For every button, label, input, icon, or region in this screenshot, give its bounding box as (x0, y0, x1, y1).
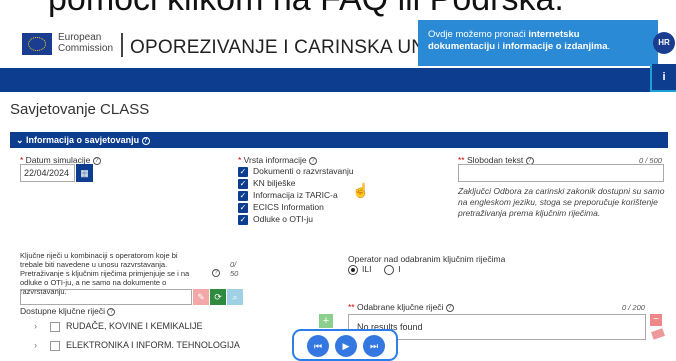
checkbox-kn[interactable]: ✓ KN bilješke (238, 178, 296, 189)
skip-forward-icon[interactable]: ⏭ (363, 335, 385, 357)
keywords-counter-top: 0/ (230, 260, 237, 269)
radio-or-label: ILI (362, 264, 372, 274)
add-icon[interactable]: + (319, 314, 333, 328)
help-icon[interactable]: ? (212, 264, 220, 282)
tooltip-arrow (640, 40, 648, 52)
header-divider (121, 33, 123, 57)
date-input[interactable]: 22/04/2024 (20, 164, 75, 182)
required-marker: ** (348, 302, 357, 312)
checkbox-checked-icon[interactable]: ✓ (238, 166, 248, 177)
tree-checkbox[interactable] (50, 340, 60, 351)
help-icon[interactable]: ? (445, 303, 454, 312)
tree-item-label: RUDAČE, KOVINE I KEMIKALIJE (66, 321, 203, 331)
search-icon[interactable]: ⌕ (227, 289, 243, 305)
skip-back-icon[interactable]: ⏮ (307, 335, 329, 357)
tree-item[interactable]: › RUDAČE, KOVINE I KEMIKALIJE (34, 321, 203, 332)
refresh-icon[interactable]: ⟳ (210, 289, 226, 305)
help-icon[interactable]: ? (141, 136, 150, 145)
keywords-counter-bottom: 50 (230, 269, 239, 278)
chevron-right-icon[interactable]: › (34, 321, 44, 331)
available-label-row: Dostupne ključne riječi ? (20, 306, 116, 316)
selected-label: Odabrane ključne riječi (356, 302, 444, 312)
help-tooltip: Ovdje možemo pronaći internetsku dokumen… (418, 20, 658, 66)
checkbox-label: Informacija iz TARIC-a (253, 190, 338, 200)
calendar-icon[interactable]: ▦ (76, 164, 93, 182)
info-type-label: Vrsta informacije (243, 155, 307, 165)
chevron-right-icon[interactable]: › (34, 340, 44, 350)
selected-label-row: ** Odabrane ključne riječi ? (348, 302, 454, 312)
remove-icon[interactable]: − (650, 314, 662, 326)
checkbox-oti[interactable]: ✓ Odluke o OTI-ju (238, 214, 313, 225)
tree-item-label: ELEKTRONIKA I INFORM. TEHNOLOGIJA (66, 340, 240, 350)
operator-label: Operator nad odabranim ključnim riječima (348, 254, 506, 264)
checkbox-label: Dokumenti o razvrstavanju (253, 166, 354, 176)
checkbox-label: ECICS Information (253, 202, 324, 212)
checkbox-checked-icon[interactable]: ✓ (238, 178, 248, 189)
help-icon[interactable]: ? (92, 156, 101, 165)
checkbox-checked-icon[interactable]: ✓ (238, 190, 248, 201)
question-icon: ? (212, 268, 220, 277)
media-player: ⏮ ▶ ⏭ (292, 329, 398, 361)
chevron-down-icon: ⌄ (16, 135, 27, 145)
eu-stars-icon (28, 37, 46, 51)
org-line1: European (58, 32, 102, 43)
checkbox-label: Odluke o OTI-ju (253, 214, 313, 224)
eraser-icon[interactable] (650, 328, 666, 340)
free-text-input[interactable] (458, 164, 664, 182)
radio-and-label: I (398, 264, 401, 274)
eu-flag-icon[interactable] (22, 33, 52, 55)
org-name: European Commission (58, 32, 113, 54)
checkbox-checked-icon[interactable]: ✓ (238, 214, 248, 225)
tip-suffix: . (607, 41, 611, 52)
free-text-note: Zaključci Odbora za carinski zakonik dos… (458, 186, 665, 218)
site-title[interactable]: OPOREZIVANJE I CARINSKA UNIJA (130, 37, 453, 59)
tip-prefix: Ovdje možemo pronaći (428, 29, 529, 40)
hand-cursor-icon: ☝ (352, 182, 370, 198)
radio-and[interactable] (384, 264, 395, 275)
help-icon[interactable]: ? (309, 156, 318, 165)
screen: pomoći klikom na FAQ ili Podrška. Europe… (0, 0, 676, 361)
main-navbar (0, 68, 650, 92)
panel-header[interactable]: ⌄ Informacija o savjetovanju ? (10, 132, 668, 148)
info-type-label-row: * Vrsta informacije ? (238, 155, 318, 165)
available-label: Dostupne ključne riječi (20, 306, 106, 316)
operator-radio-group: ILI I (348, 264, 401, 275)
checkbox-ecics[interactable]: ✓ ECICS Information (238, 202, 324, 213)
help-icon[interactable]: ? (107, 307, 116, 316)
org-line2: Commission (58, 43, 114, 54)
keywords-counter: 0/ 50 (230, 260, 238, 278)
checkbox-label: KN bilješke (253, 178, 296, 188)
checkbox-taric[interactable]: ✓ Informacija iz TARIC-a (238, 190, 338, 201)
radio-or[interactable] (348, 264, 358, 275)
tree-item[interactable]: › ELEKTRONIKA I INFORM. TEHNOLOGIJA (34, 340, 240, 351)
play-icon[interactable]: ▶ (335, 335, 357, 357)
tip-link-releases[interactable]: informacije o izdanjima (502, 41, 607, 52)
checkbox-checked-icon[interactable]: ✓ (238, 202, 248, 213)
checkbox-dokumenti[interactable]: ✓ Dokumenti o razvrstavanju (238, 166, 354, 177)
page-title: Savjetovanje CLASS (10, 101, 150, 118)
info-icon[interactable]: i (650, 64, 676, 92)
selected-counter: 0 / 200 (622, 303, 645, 312)
eraser-icon[interactable]: ✎ (193, 289, 209, 305)
language-button[interactable]: HR (653, 32, 675, 54)
caption-text: pomoći klikom na FAQ ili Podrška. (48, 0, 564, 19)
tree-checkbox[interactable] (50, 321, 60, 332)
panel-title: Informacija o savjetovanju (26, 135, 140, 145)
keyword-search-input[interactable] (20, 289, 192, 305)
